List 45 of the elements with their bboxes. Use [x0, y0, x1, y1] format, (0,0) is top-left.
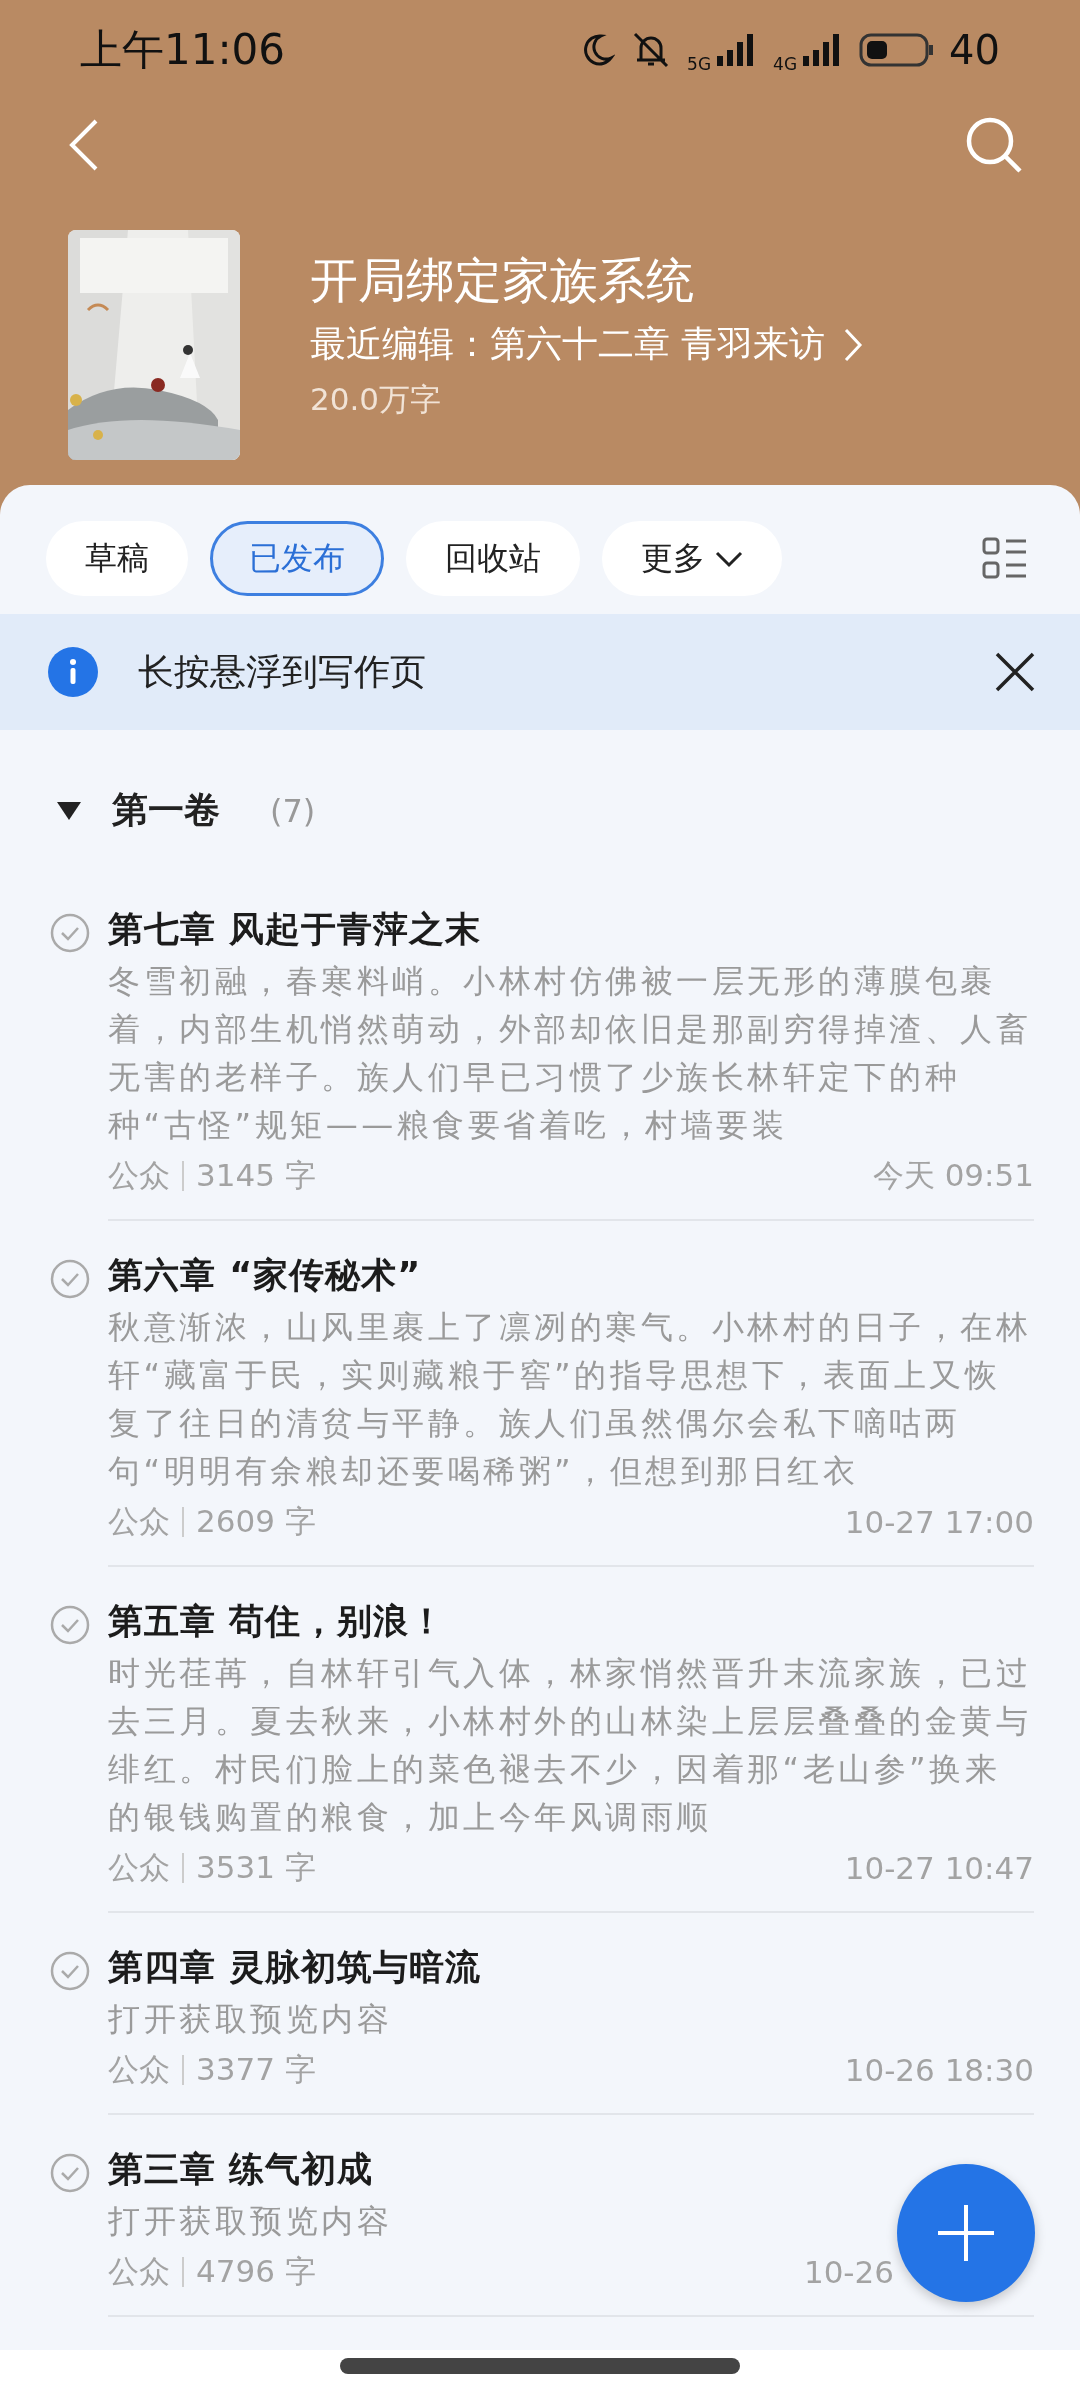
check-circle-icon[interactable] — [50, 2153, 90, 2193]
chapter-word-count: 2609 字 — [196, 1502, 316, 1541]
book-title: 开局绑定家族系统 — [310, 251, 695, 310]
channel-label: 公众 — [108, 2252, 170, 2291]
check-circle-icon[interactable] — [50, 1605, 90, 1645]
filter-tab[interactable]: 回收站 — [406, 521, 580, 596]
chapter-preview: 时光荏苒，自林轩引气入体，林家悄然晋升末流家族，已过去三月。夏去秋来，小林村外的山林染上层层叠叠的金黄与绯红。村民们脸上的菜色褪去不少，因着那“老山参”换来的银钱购置的粮食，加上今年风调雨顺 — [108, 1653, 1032, 1838]
chapter-title[interactable]: 第七章 风起于青萍之末 — [108, 905, 482, 953]
filter-tab[interactable]: 草稿 — [46, 521, 188, 596]
channel-label: 公众 — [108, 2050, 170, 2089]
chapter-word-count: 3377 字 — [196, 2050, 316, 2089]
chapter-preview: 打开获取预览内容 — [108, 1999, 392, 2040]
filter-tab[interactable]: 已发布 — [210, 521, 384, 596]
battery-level: 40 — [949, 27, 1000, 73]
chapter-time: 今天 09:51 — [872, 1156, 1034, 1195]
network-label: 5G — [687, 54, 712, 74]
channel-label: 公众 — [108, 1848, 170, 1887]
battery-icon — [859, 32, 936, 68]
chapter-preview: 秋意渐浓，山风里裹上了凛冽的寒气。小林村的日子，在林轩“藏富于民，实则藏粮于窖”的指导思想下，表面上又恢复了往日的清贫与平静。族人们虽然偶尔会私下嘀咕两句“明明有余粮却还要喝稀粥”，但想到那日红衣 — [108, 1307, 1032, 1492]
network-label: 4G — [773, 54, 798, 74]
volume-header[interactable]: 第一卷 (7) — [0, 730, 1080, 875]
chapter-word-count: 3531 字 — [196, 1848, 316, 1887]
chapter-preview: 冬雪初融，春寒料峭。小林村仿佛被一层无形的薄膜包裹着，内部生机悄然萌动，外部却依旧是那副穷得掉渣、人畜无害的老样子。族人们早已习惯了少族长林轩定下的种种“古怪”规矩——粮食要省着吃，村墙要装 — [108, 961, 1032, 1146]
chapter-title[interactable]: 第四章 灵脉初筑与暗流 — [108, 1943, 482, 1991]
check-circle-icon[interactable] — [50, 1259, 90, 1299]
check-circle-icon[interactable] — [50, 1951, 90, 1991]
chapter-word-count: 3145 字 — [196, 1156, 316, 1195]
chapter-time: 10-26 18:30 — [844, 2052, 1034, 2088]
chapter-preview: 打开获取预览内容 — [108, 2201, 392, 2242]
chapter-title[interactable]: 第六章 “家传秘术” — [108, 1251, 422, 1299]
check-circle-icon[interactable] — [50, 913, 90, 953]
chapter-time: 10-27 10:47 — [844, 1850, 1034, 1886]
chevron-right-icon — [843, 326, 864, 363]
channel-label: 公众 — [108, 1156, 170, 1195]
word-count: 20.0万字 — [310, 380, 443, 419]
chapter-title[interactable]: 第五章 苟住，别浪！ — [108, 1597, 446, 1645]
channel-label: 公众 — [108, 1502, 170, 1541]
filter-tab[interactable]: 更多 — [602, 521, 782, 596]
chapter-word-count: 4796 字 — [196, 2252, 316, 2291]
chapter-time: 10-27 17:00 — [844, 1504, 1034, 1540]
info-icon — [48, 647, 98, 697]
chapter-title[interactable]: 第三章 练气初成 — [108, 2145, 374, 2193]
notice-text: 长按悬浮到写作页 — [138, 649, 427, 694]
status-time: 上午11:06 — [80, 24, 287, 76]
chapter-time: 10-26 — [803, 2254, 894, 2290]
